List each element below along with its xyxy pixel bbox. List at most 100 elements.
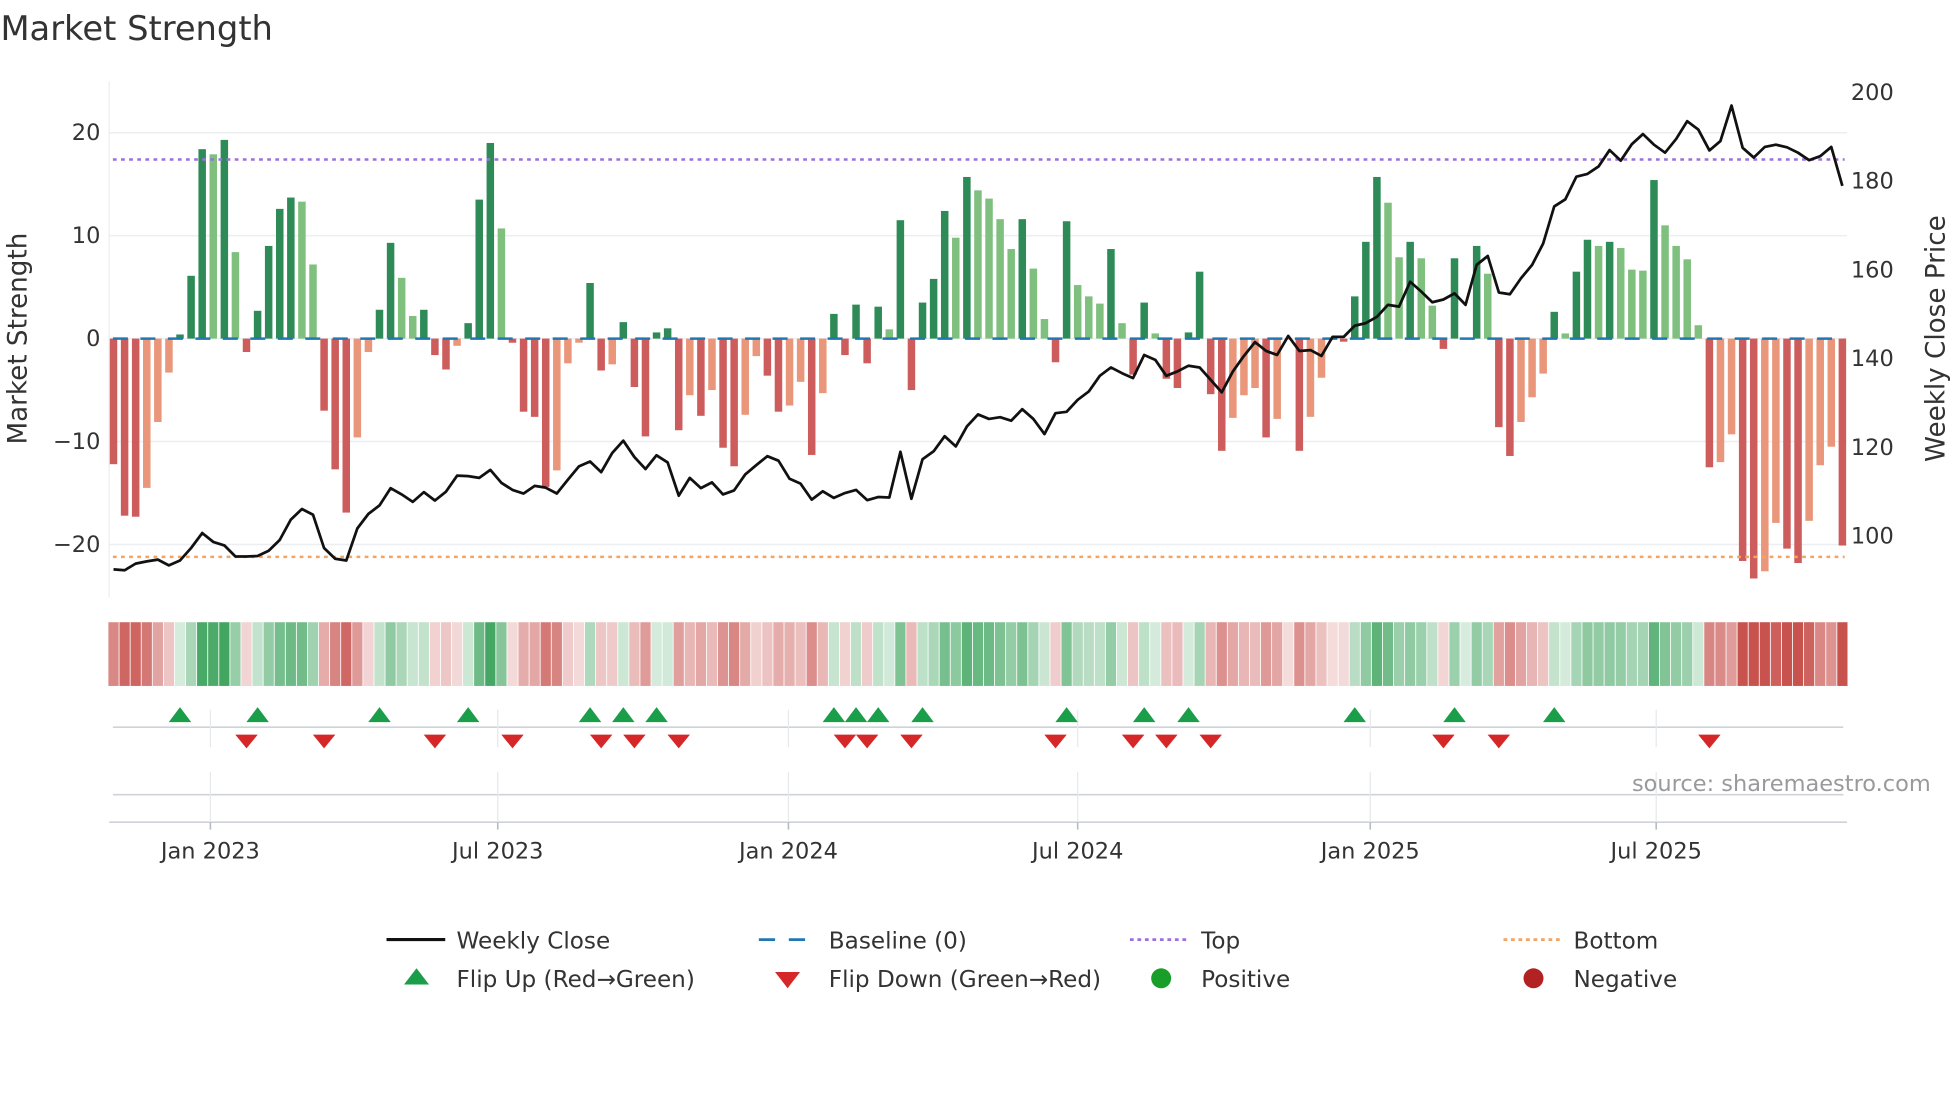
flip-up-marker xyxy=(246,707,269,723)
heat-strip-cell xyxy=(451,622,463,686)
flip-down-marker xyxy=(855,734,879,749)
flip-down-marker xyxy=(833,734,857,749)
heat-strip-cell xyxy=(119,622,130,686)
heat-strip-cell xyxy=(1327,622,1338,686)
strength-bar xyxy=(1495,338,1503,428)
heat-strip-cell xyxy=(928,622,939,686)
heat-strip-cell xyxy=(1260,622,1272,686)
strength-bar xyxy=(342,338,350,513)
flip-down-marker xyxy=(623,734,646,749)
strength-bar xyxy=(929,278,938,339)
x-tick-label: Jan 2023 xyxy=(159,838,260,864)
heat-strip-cell xyxy=(1127,622,1139,686)
heat-strip-cell xyxy=(1427,622,1438,686)
flip-up-marker xyxy=(1177,707,1200,723)
strength-bar xyxy=(619,322,628,339)
strength-bar xyxy=(785,338,794,406)
strength-bar xyxy=(819,338,827,394)
chart-title: Market Strength xyxy=(0,9,272,48)
heat-strip-cell xyxy=(1017,622,1028,686)
flip-marker-panel xyxy=(109,709,1848,823)
strength-bar xyxy=(1029,268,1038,339)
strength-bar xyxy=(1583,239,1592,339)
heat-strip-cell xyxy=(729,622,740,686)
y2-tick-label: 180 xyxy=(1851,169,1894,195)
legend-label: Flip Up (Red→Green) xyxy=(456,967,694,993)
strength-bar xyxy=(974,190,982,339)
heat-strip-cell xyxy=(1227,622,1238,686)
legend-item-flip-down[interactable]: Flip Down (Green→Red) xyxy=(775,967,1101,993)
heat-strip-cell xyxy=(1338,622,1349,686)
y2-axis-label: Weekly Close Price xyxy=(1922,215,1952,462)
heat-strip-cell xyxy=(873,622,884,686)
legend-item-weekly-close[interactable]: Weekly Close xyxy=(386,928,611,954)
heat-strip-cell xyxy=(1704,622,1715,686)
heat-strip-cell xyxy=(252,622,263,686)
legend-label: Weekly Close xyxy=(456,928,610,954)
strength-bar xyxy=(852,304,860,339)
x-tick-label: Jan 2025 xyxy=(1319,838,1420,864)
y2-tick-label: 100 xyxy=(1851,524,1894,550)
heat-strip-cell xyxy=(274,622,285,686)
strength-bar xyxy=(220,139,229,339)
heat-strip-cell xyxy=(573,622,585,686)
strength-bar xyxy=(796,338,805,382)
strength-bar xyxy=(231,252,240,339)
legend-item-positive[interactable]: Positive xyxy=(1151,967,1290,993)
green-circle-icon xyxy=(1151,968,1172,989)
strength-bar xyxy=(331,338,339,470)
heat-strip-cell xyxy=(341,622,352,686)
y-tick-label: 20 xyxy=(72,120,101,146)
heat-strip-cell xyxy=(529,622,540,686)
strength-bar xyxy=(408,315,417,339)
strength-bar xyxy=(1173,338,1182,389)
source-label: source: sharemaestro.com xyxy=(1632,771,1931,797)
legend-item-flip-up[interactable]: Flip Up (Red→Green) xyxy=(404,967,695,993)
flip-up-marker xyxy=(1542,707,1566,723)
strength-bar xyxy=(253,310,262,339)
heat-strip-cell xyxy=(673,622,684,686)
strength-bar xyxy=(486,142,495,339)
strength-bar xyxy=(918,302,927,339)
heat-strip-cell xyxy=(152,622,163,686)
legend-label: Baseline (0) xyxy=(829,928,967,954)
strength-bar xyxy=(874,306,882,339)
heat-strip-cell xyxy=(1072,622,1083,686)
strength-bar xyxy=(364,338,373,352)
strength-bar xyxy=(353,338,362,438)
strength-bar xyxy=(264,245,273,339)
heat-strip-cell xyxy=(407,622,418,686)
strength-bar xyxy=(1140,302,1148,339)
heat-strip-cell xyxy=(884,622,895,686)
heat-strip-cell xyxy=(1482,622,1493,686)
flip-up-marker xyxy=(368,707,391,723)
strength-bar xyxy=(1428,305,1437,339)
heat-strip-cell xyxy=(1515,622,1527,686)
strength-bar xyxy=(375,309,384,339)
x-axis-ticks: Jan 2023 Jul 2023 Jan 2024 Jul 2024 Jan 2025… xyxy=(159,822,1702,864)
heat-strip-cell xyxy=(662,622,673,686)
strength-bar xyxy=(1827,338,1836,447)
heat-strip-cell xyxy=(762,622,773,686)
heat-strip-cell xyxy=(518,622,529,686)
strength-bar xyxy=(940,210,949,339)
legend-item-baseline[interactable]: Baseline (0) xyxy=(758,928,967,954)
flip-down-marker xyxy=(589,734,613,749)
strength-bar xyxy=(841,338,849,356)
heat-strip-cell xyxy=(684,622,695,686)
legend-item-top[interactable]: Top xyxy=(1129,928,1240,954)
heat-strip-cell xyxy=(1604,622,1615,686)
heat-strip-cell xyxy=(429,622,441,686)
strength-bar xyxy=(763,338,772,376)
strength-bar xyxy=(1417,258,1425,339)
heat-strip-cell xyxy=(1238,622,1250,686)
heat-strip-cell xyxy=(1637,622,1649,686)
heat-strip-cell xyxy=(1216,622,1227,686)
legend-item-negative[interactable]: Negative xyxy=(1523,967,1678,993)
heat-strip-cell xyxy=(806,622,817,686)
strength-bar xyxy=(1539,338,1547,374)
strength-bar xyxy=(1561,333,1570,339)
strength-bar xyxy=(287,197,295,339)
legend-item-bottom[interactable]: Bottom xyxy=(1503,928,1659,954)
strength-bar xyxy=(143,338,151,488)
